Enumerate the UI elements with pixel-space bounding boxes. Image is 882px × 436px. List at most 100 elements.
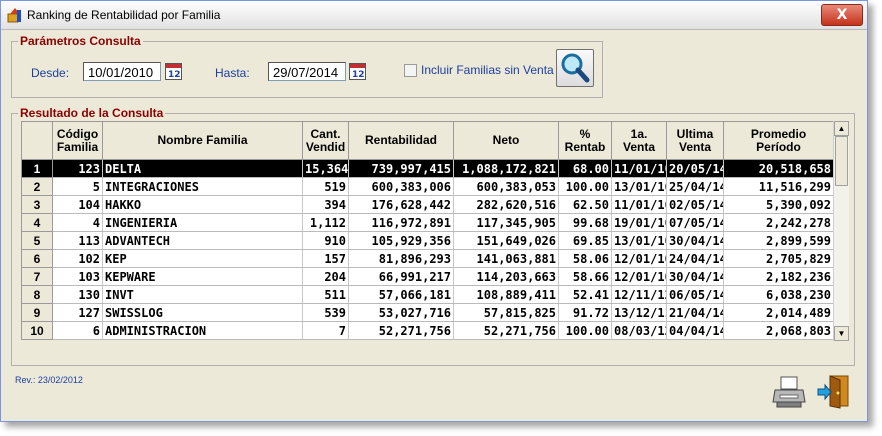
table-row[interactable]: 2 5 INTEGRACIONES 519 600,383,006 600,383,053… [21,177,834,196]
col-primera-venta-header[interactable]: 1a. Venta [611,121,667,160]
row-index-cell[interactable]: 4 [21,213,53,232]
col-pct-rentab-cell[interactable]: 99.68 [558,213,612,232]
col-codigo-familia-cell[interactable]: 130 [52,285,103,304]
col-promedio-periodo-cell[interactable]: 11,516,299 [723,177,834,196]
col-pct-rentab-cell[interactable]: 58.06 [558,249,612,268]
col-ultima-venta-cell[interactable]: 02/05/14 [666,195,724,214]
col-promedio-periodo-cell[interactable]: 20,518,658 [723,159,834,178]
col-neto-cell[interactable]: 141,063,881 [453,249,559,268]
col-neto-cell[interactable]: 57,815,825 [453,303,559,322]
scroll-thumb[interactable] [835,136,848,186]
col-pct-rentab-cell[interactable]: 52.41 [558,285,612,304]
col-codigo-familia-header[interactable]: Código Familia [52,121,103,160]
calendar-icon[interactable]: 12 [165,63,182,80]
col-ultima-venta-cell[interactable]: 24/04/14 [666,249,724,268]
col-codigo-familia-cell[interactable]: 113 [52,231,103,250]
col-cant-vendid-cell[interactable]: 157 [302,249,349,268]
col-rentabilidad-cell[interactable]: 176,628,442 [348,195,454,214]
scroll-up-icon[interactable]: ▲ [834,121,849,136]
col-codigo-familia-cell[interactable]: 4 [52,213,103,232]
row-index-cell[interactable]: 9 [21,303,53,322]
col-pct-rentab-cell[interactable]: 58.66 [558,267,612,286]
col-neto-cell[interactable]: 1,088,172,821 [453,159,559,178]
col-primera-venta-cell[interactable]: 13/12/11 [611,303,667,322]
row-index-cell[interactable]: 3 [21,195,53,214]
col-ultima-venta-cell[interactable]: 30/04/14 [666,231,724,250]
col-rentabilidad-cell[interactable]: 116,972,891 [348,213,454,232]
close-button[interactable]: X [821,4,863,26]
col-primera-venta-cell[interactable]: 12/01/10 [611,249,667,268]
col-promedio-periodo-cell[interactable]: 2,705,829 [723,249,834,268]
col-neto-header[interactable]: Neto [453,121,559,160]
col-nombre-familia-cell[interactable]: INGENIERIA [102,213,303,232]
col-cant-vendid-header[interactable]: Cant. Vendid [302,121,349,160]
col-rentabilidad-cell[interactable]: 57,066,181 [348,285,454,304]
col-ultima-venta-cell[interactable]: 25/04/14 [666,177,724,196]
col-promedio-periodo-cell[interactable]: 2,068,803 [723,321,834,340]
col-cant-vendid-cell[interactable]: 910 [302,231,349,250]
col-codigo-familia-cell[interactable]: 103 [52,267,103,286]
col-rentabilidad-cell[interactable]: 52,271,756 [348,321,454,340]
col-promedio-periodo-cell[interactable]: 5,390,092 [723,195,834,214]
col-ultima-venta-cell[interactable]: 20/05/14 [666,159,724,178]
col-primera-venta-cell[interactable]: 08/03/12 [611,321,667,340]
col-cant-vendid-cell[interactable]: 539 [302,303,349,322]
col-primera-venta-cell[interactable]: 12/11/12 [611,285,667,304]
vertical-scrollbar[interactable]: ▲ ▼ [833,121,849,341]
col-cant-vendid-cell[interactable]: 394 [302,195,349,214]
table-row[interactable]: 8 130 INVT 511 57,066,181 108,889,411 52.41 12/… [21,285,834,304]
hasta-date-field[interactable]: 29/07/2014 [268,62,346,81]
col-nombre-familia-cell[interactable]: KEPWARE [102,267,303,286]
exit-button[interactable] [816,373,852,409]
scroll-down-icon[interactable]: ▼ [834,326,849,341]
col-promedio-periodo-header[interactable]: Promedio Período [723,121,834,160]
col-pct-rentab-cell[interactable]: 100.00 [558,177,612,196]
col-codigo-familia-cell[interactable]: 5 [52,177,103,196]
col-nombre-familia-cell[interactable]: DELTA [102,159,303,178]
table-row[interactable]: 9 127 SWISSLOG 539 53,027,716 57,815,825 91.72… [21,303,834,322]
table-row[interactable]: 7 103 KEPWARE 204 66,991,217 114,203,663 58.66… [21,267,834,286]
table-row[interactable]: 4 4 INGENIERIA 1,112 116,972,891 117,345,905 9… [21,213,834,232]
incluir-familias-checkbox[interactable] [404,64,417,77]
col-cant-vendid-cell[interactable]: 511 [302,285,349,304]
col-pct-rentab-cell[interactable]: 68.00 [558,159,612,178]
row-index-cell[interactable]: 1 [21,159,53,178]
col-nombre-familia-cell[interactable]: KEP [102,249,303,268]
table-row[interactable]: 3 104 HAKKO 394 176,628,442 282,620,516 62.50 1… [21,195,834,214]
col-rentabilidad-cell[interactable]: 81,896,293 [348,249,454,268]
col-neto-cell[interactable]: 600,383,053 [453,177,559,196]
col-rentabilidad-header[interactable]: Rentabilidad [348,121,454,160]
calendar-icon[interactable]: 12 [349,63,366,80]
col-codigo-familia-cell[interactable]: 123 [52,159,103,178]
col-promedio-periodo-cell[interactable]: 2,014,489 [723,303,834,322]
col-neto-cell[interactable]: 108,889,411 [453,285,559,304]
col-nombre-familia-cell[interactable]: HAKKO [102,195,303,214]
col-codigo-familia-cell[interactable]: 102 [52,249,103,268]
row-index-cell[interactable]: 8 [21,285,53,304]
col-primera-venta-cell[interactable]: 13/01/10 [611,231,667,250]
col-primera-venta-cell[interactable]: 12/01/10 [611,267,667,286]
col-cant-vendid-cell[interactable]: 519 [302,177,349,196]
table-row[interactable]: 5 113 ADVANTECH 910 105,929,356 151,649,026 69… [21,231,834,250]
col-neto-cell[interactable]: 52,271,756 [453,321,559,340]
row-index-cell[interactable]: 6 [21,249,53,268]
col-neto-cell[interactable]: 117,345,905 [453,213,559,232]
col-ultima-venta-cell[interactable]: 06/05/14 [666,285,724,304]
table-row[interactable]: 10 6 ADMINISTRACION 7 52,271,756 52,271,756 10… [21,321,834,340]
col-nombre-familia-cell[interactable]: SWISSLOG [102,303,303,322]
table-row[interactable]: 6 102 KEP 157 81,896,293 141,063,881 58.06 12/0… [21,249,834,268]
col-ultima-venta-cell[interactable]: 04/04/14 [666,321,724,340]
col-nombre-familia-cell[interactable]: INVT [102,285,303,304]
col-neto-cell[interactable]: 282,620,516 [453,195,559,214]
col-codigo-familia-cell[interactable]: 127 [52,303,103,322]
col-pct-rentab-header[interactable]: % Rentab [558,121,612,160]
col-ultima-venta-cell[interactable]: 21/04/14 [666,303,724,322]
row-index-cell[interactable]: 2 [21,177,53,196]
col-pct-rentab-cell[interactable]: 100.00 [558,321,612,340]
col-cant-vendid-cell[interactable]: 1,112 [302,213,349,232]
col-nombre-familia-header[interactable]: Nombre Familia [102,121,303,160]
col-neto-cell[interactable]: 151,649,026 [453,231,559,250]
col-neto-cell[interactable]: 114,203,663 [453,267,559,286]
col-promedio-periodo-cell[interactable]: 2,182,236 [723,267,834,286]
col-ultima-venta-header[interactable]: Ultima Venta [666,121,724,160]
